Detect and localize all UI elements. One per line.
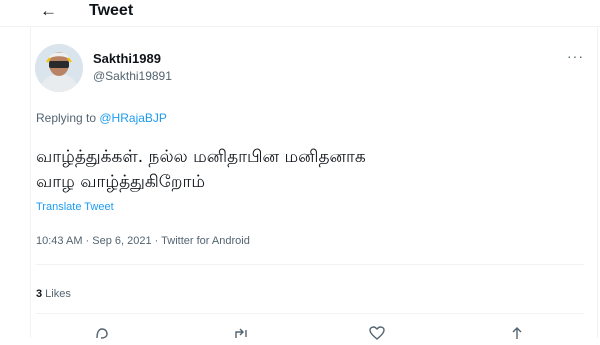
tweet-line: வாழ்த்துக்கள். நல்ல மனிதாபின மனிதனாக	[36, 147, 366, 167]
top-bar: ← Tweet	[0, 0, 600, 27]
page-title: Tweet	[89, 2, 134, 19]
replying-to: Replying to @HRajaBJP	[36, 110, 167, 126]
avatar[interactable]	[35, 44, 83, 92]
replying-prefix: Replying to	[36, 111, 100, 125]
arrow-left-icon[interactable]: ←	[40, 0, 60, 22]
divider	[36, 313, 584, 314]
tweet-line: வாழ வாழ்த்துகிறோம்	[36, 172, 206, 192]
divider	[36, 264, 584, 265]
author-name[interactable]: Sakthi1989	[93, 51, 161, 67]
author-handle[interactable]: @Sakthi19891	[93, 68, 172, 84]
column-border-right	[597, 26, 598, 338]
translate-link[interactable]: Translate Tweet	[36, 200, 114, 214]
mention-link[interactable]: @HRajaBJP	[99, 111, 167, 125]
tweet-text: வாழ்த்துக்கள். நல்ல மனிதாபின மனிதனாக வாழ…	[36, 145, 576, 195]
likes-label: Likes	[42, 288, 71, 300]
column-border-left	[30, 26, 31, 338]
tweet-meta: 10:43 AM · Sep 6, 2021 · Twitter for And…	[36, 235, 250, 247]
more-icon[interactable]: ···	[567, 48, 584, 64]
likes-count[interactable]: 3 Likes	[36, 287, 71, 301]
